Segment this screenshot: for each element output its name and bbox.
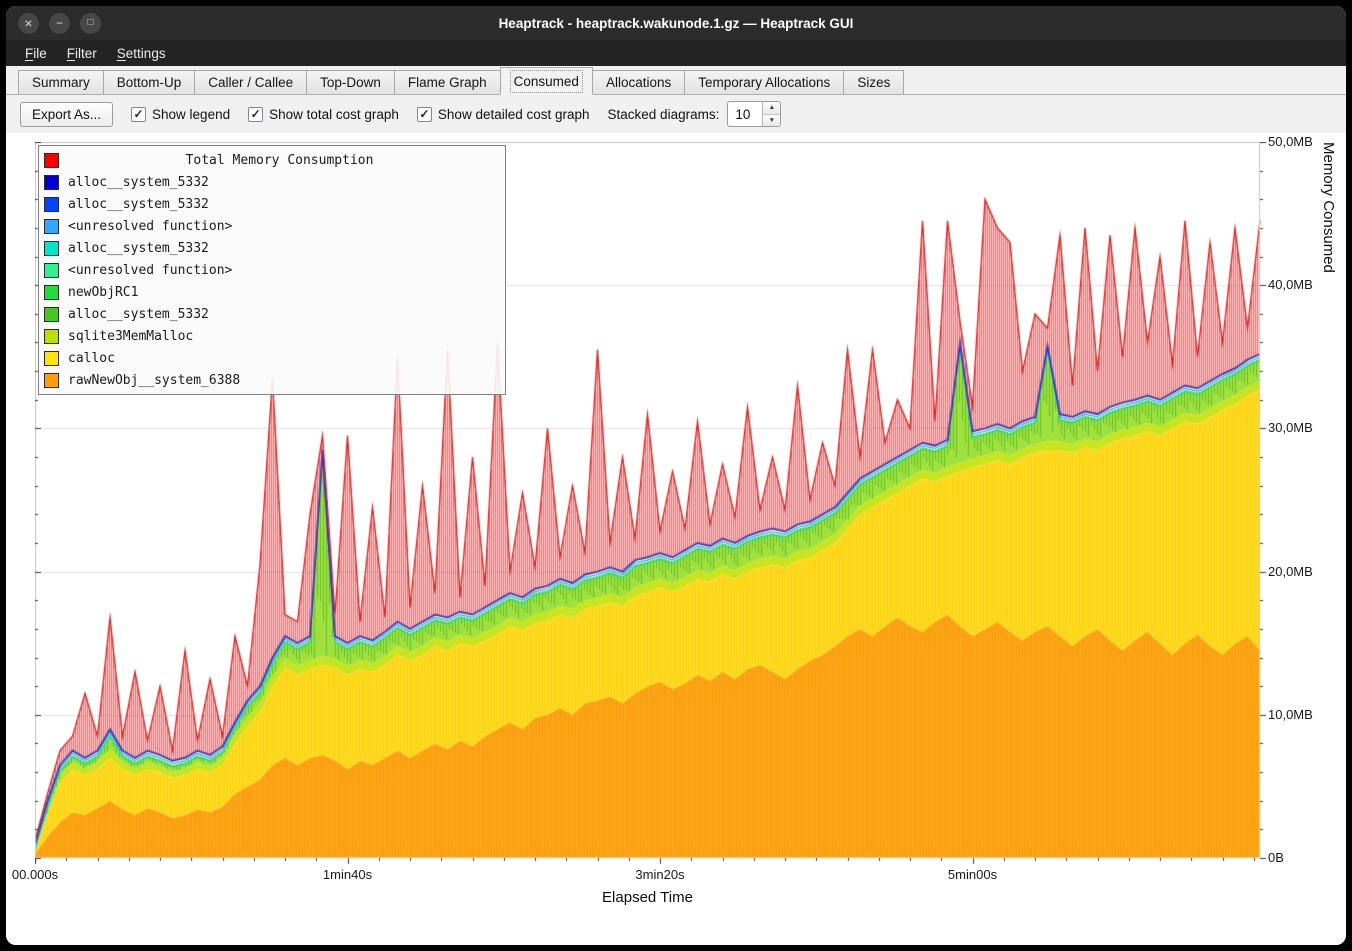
legend-rows: alloc__system_5332 alloc__system_5332 <unr…: [44, 171, 500, 391]
legend-label: <unresolved function>: [68, 219, 232, 234]
legend-row: <unresolved function>: [44, 259, 500, 281]
tab-sizes[interactable]: Sizes: [843, 70, 904, 95]
legend-row: rawNewObj__system_6388: [44, 369, 500, 391]
legend-label: alloc__system_5332: [68, 175, 209, 190]
legend-label: alloc__system_5332: [68, 241, 209, 256]
window-controls: [18, 13, 101, 34]
consumed-chart-area: Total Memory Consumption alloc__system_5…: [6, 133, 1346, 945]
y-axis-tick-label: 20,0MB: [1268, 564, 1313, 579]
tab-label: Bottom-Up: [117, 75, 182, 90]
y-axis-tick-label: 0B: [1268, 850, 1284, 865]
legend-row: sqlite3MemMalloc: [44, 325, 500, 347]
legend-title-row: Total Memory Consumption: [44, 149, 500, 171]
titlebar[interactable]: Heaptrack - heaptrack.wakunode.1.gz — He…: [6, 6, 1346, 40]
legend-row: calloc: [44, 347, 500, 369]
menu-item-filter[interactable]: Filter: [58, 43, 106, 64]
legend-title-swatch: [44, 153, 59, 168]
tab-bar: Summary Bottom-Up Caller / Callee Top-Down F…: [6, 66, 1346, 95]
checkbox-group: Show legend Show total cost graph Show det…: [131, 107, 590, 122]
menu-item-file[interactable]: File: [16, 43, 56, 64]
tab-label: Caller / Callee: [208, 75, 293, 90]
legend-label: alloc__system_5332: [68, 307, 209, 322]
spin-up-icon[interactable]: [763, 102, 780, 115]
y-axis-tick-label: 10,0MB: [1268, 707, 1313, 722]
application-window: Heaptrack - heaptrack.wakunode.1.gz — He…: [6, 6, 1346, 945]
menu-item-settings[interactable]: Settings: [108, 43, 175, 64]
stacked-diagrams-value[interactable]: 10: [728, 102, 762, 126]
legend-label: newObjRC1: [68, 285, 138, 300]
stacked-diagrams-spinbox[interactable]: 10: [727, 101, 781, 127]
y-axis-tick-label: 40,0MB: [1268, 277, 1313, 292]
close-button[interactable]: [18, 13, 39, 34]
legend-swatch: [44, 373, 59, 388]
checkbox-show-total-cost-graph[interactable]: Show total cost graph: [248, 107, 399, 122]
menubar: FileFilterSettings: [6, 40, 1346, 66]
checkbox-icon: [417, 107, 432, 122]
checkbox-show-detailed-cost-graph[interactable]: Show detailed cost graph: [417, 107, 590, 122]
legend-swatch: [44, 219, 59, 234]
tab-label: Top-Down: [320, 75, 381, 90]
x-axis-title: Elapsed Time: [35, 889, 1260, 906]
legend-swatch: [44, 197, 59, 212]
legend-row: alloc__system_5332: [44, 303, 500, 325]
tab-label: Consumed: [514, 74, 579, 89]
toolbar: Export As... Show legend Show total cost …: [6, 95, 1346, 133]
tab-allocations[interactable]: Allocations: [592, 70, 685, 95]
tab-top-down[interactable]: Top-Down: [306, 70, 395, 95]
tab-bottom-up[interactable]: Bottom-Up: [103, 70, 196, 95]
checkbox-label: Show detailed cost graph: [438, 107, 590, 122]
checkbox-label: Show total cost graph: [269, 107, 399, 122]
y-axis-title: Memory Consumed: [1320, 142, 1337, 858]
stacked-diagrams-control: Stacked diagrams: 10: [608, 101, 782, 127]
tab-label: Temporary Allocations: [698, 75, 830, 90]
legend-row: alloc__system_5332: [44, 193, 500, 215]
checkbox-icon: [248, 107, 263, 122]
checkbox-show-legend[interactable]: Show legend: [131, 107, 230, 122]
tab-label: Flame Graph: [408, 75, 487, 90]
legend-label: calloc: [68, 351, 115, 366]
window-title: Heaptrack - heaptrack.wakunode.1.gz — He…: [6, 16, 1346, 31]
legend-title: Total Memory Consumption: [59, 153, 500, 168]
tab-caller-callee[interactable]: Caller / Callee: [194, 70, 307, 95]
export-as-button[interactable]: Export As...: [20, 102, 113, 127]
legend-label: sqlite3MemMalloc: [68, 329, 193, 344]
legend-swatch: [44, 351, 59, 366]
y-axis-tick-label: 50,0MB: [1268, 134, 1313, 149]
legend-swatch: [44, 307, 59, 322]
legend-swatch: [44, 175, 59, 190]
spin-down-icon[interactable]: [763, 115, 780, 127]
tab-and-toolbar-chrome: Summary Bottom-Up Caller / Callee Top-Down F…: [6, 66, 1346, 133]
stacked-diagrams-label: Stacked diagrams:: [608, 107, 720, 122]
legend-label: <unresolved function>: [68, 263, 232, 278]
x-axis-tick-label: 1min40s: [323, 867, 372, 882]
tab-flame-graph[interactable]: Flame Graph: [394, 70, 501, 95]
checkbox-icon: [131, 107, 146, 122]
y-axis-tick-label: 30,0MB: [1268, 420, 1313, 435]
checkbox-label: Show legend: [152, 107, 230, 122]
legend-row: newObjRC1: [44, 281, 500, 303]
legend-label: alloc__system_5332: [68, 197, 209, 212]
legend-row: alloc__system_5332: [44, 171, 500, 193]
minimize-button[interactable]: [49, 13, 70, 34]
x-axis-tick-label: 00.000s: [12, 867, 58, 882]
chart-legend: Total Memory Consumption alloc__system_5…: [38, 145, 506, 395]
tab-label: Sizes: [857, 75, 890, 90]
tab-label: Allocations: [606, 75, 671, 90]
maximize-button[interactable]: [80, 13, 101, 34]
tab-summary[interactable]: Summary: [18, 70, 104, 95]
legend-row: <unresolved function>: [44, 215, 500, 237]
legend-swatch: [44, 263, 59, 278]
legend-swatch: [44, 285, 59, 300]
tab-consumed[interactable]: Consumed: [500, 67, 593, 95]
spin-buttons: [762, 102, 780, 126]
x-axis-tick-label: 5min00s: [948, 867, 997, 882]
legend-swatch: [44, 241, 59, 256]
legend-swatch: [44, 329, 59, 344]
x-axis-tick-label: 3min20s: [635, 867, 684, 882]
legend-label: rawNewObj__system_6388: [68, 373, 240, 388]
tab-label: Summary: [32, 75, 90, 90]
tab-temporary-allocations[interactable]: Temporary Allocations: [684, 70, 844, 95]
legend-row: alloc__system_5332: [44, 237, 500, 259]
